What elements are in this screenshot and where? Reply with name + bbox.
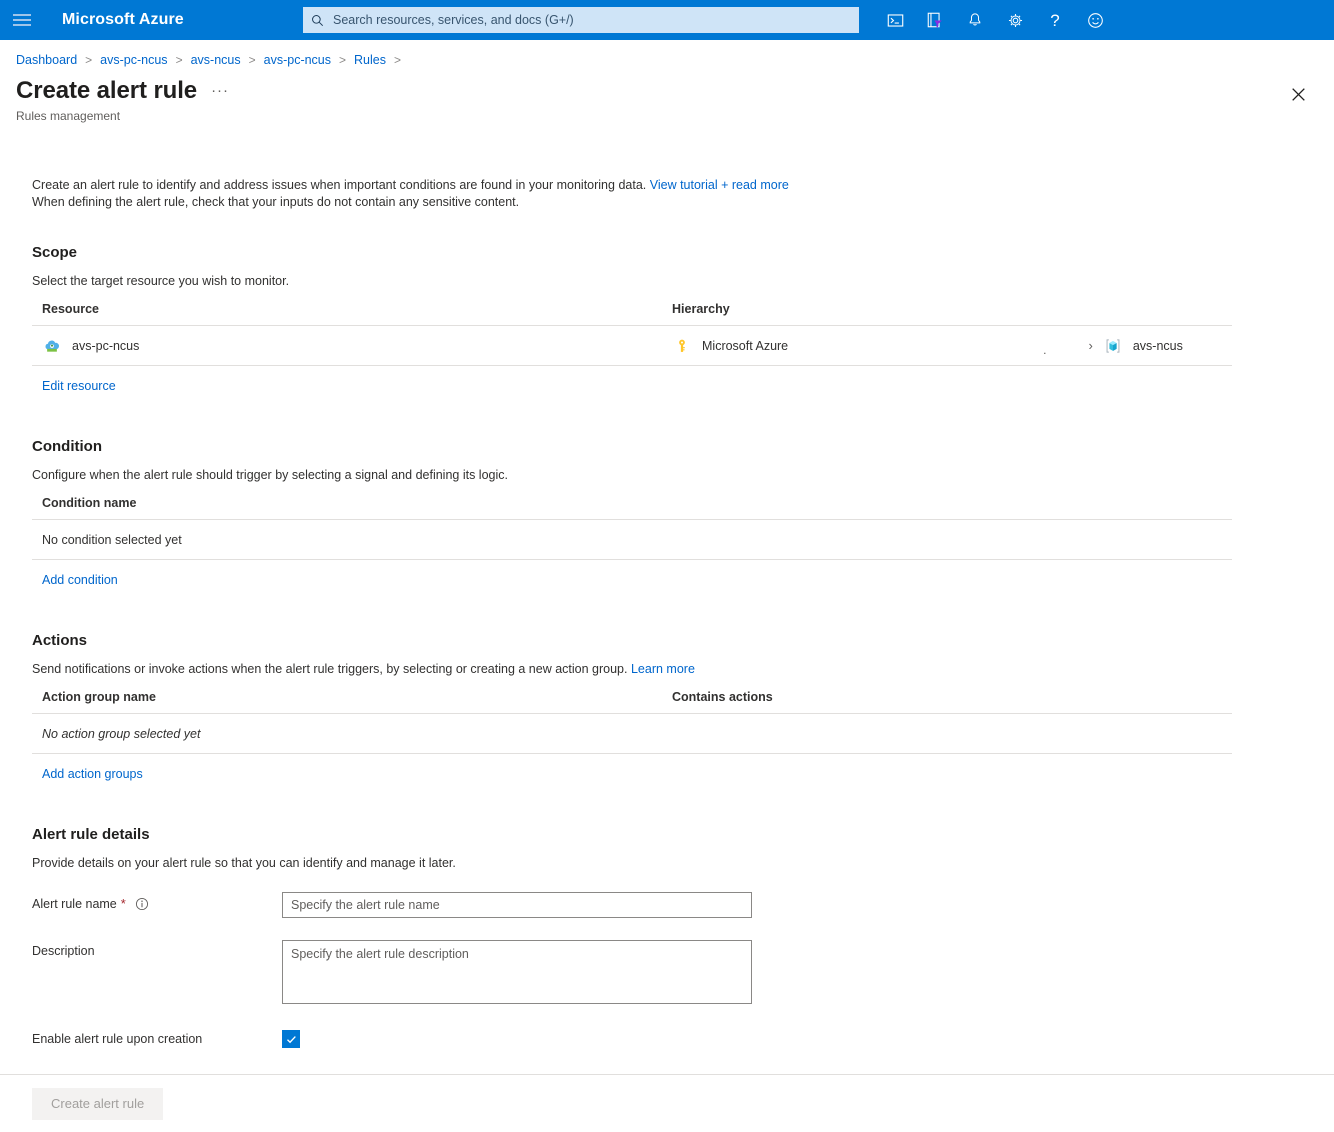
breadcrumb-separator: > [394,53,402,67]
search-icon [311,14,324,27]
page-subtitle: Rules management [16,109,121,123]
table-row: No action group selected yet [32,714,1232,754]
alert-rule-name-label: Alert rule name [32,896,117,911]
breadcrumb-separator: > [175,53,183,67]
breadcrumb-item-avs-pc-ncus-1[interactable]: avs-pc-ncus [100,53,167,67]
add-condition-link[interactable]: Add condition [42,573,118,587]
scope-hierarchy-cell: Microsoft Azure . › avs-ncus [672,336,1232,357]
condition-description: Configure when the alert rule should tri… [32,468,508,482]
actions-column-name: Action group name [42,690,156,704]
settings-gear-icon[interactable] [995,0,1035,40]
scope-hierarchy-child-name: avs-ncus [1132,338,1183,353]
intro-line-2: When defining the alert rule, check that… [32,195,520,209]
scope-column-hierarchy: Hierarchy [672,302,730,316]
avs-private-cloud-icon [42,336,62,356]
edit-resource-link[interactable]: Edit resource [42,379,116,393]
actions-empty-cell: No action group selected yet [42,726,201,741]
breadcrumb-item-rules[interactable]: Rules [354,53,386,67]
resource-group-icon [1103,336,1123,356]
top-navigation-bar: Microsoft Azure ? [0,0,1334,40]
global-search-box[interactable] [303,7,859,33]
chevron-right-icon: › [1088,338,1093,353]
scope-table: Resource Hierarchy avs-pc-ncus Microsoft… [32,302,1232,393]
enable-alert-rule-row: Enable alert rule upon creation [32,1030,1334,1048]
scope-heading: Scope [32,244,78,261]
view-tutorial-link[interactable]: View tutorial + read more [650,178,789,192]
alert-rule-name-row: Alert rule name * [32,892,1334,918]
page-footer: Create alert rule [0,1074,1334,1132]
scope-column-resource: Resource [42,302,99,316]
scope-description: Select the target resource you wish to m… [32,274,290,288]
actions-table: Action group name Contains actions No ac… [32,690,1232,781]
hierarchy-truncation-dot: . [1043,342,1047,357]
scope-resource-cell: avs-pc-ncus [42,336,672,356]
table-row: No condition selected yet [32,520,1232,560]
help-question-icon[interactable]: ? [1035,0,1075,40]
enable-alert-rule-checkbox[interactable] [282,1030,300,1048]
enable-alert-rule-label: Enable alert rule upon creation [32,1032,203,1046]
description-row: Description [32,940,1334,1004]
intro-line-1: Create an alert rule to identify and add… [32,177,1334,194]
search-input[interactable] [331,12,851,28]
actions-description-text: Send notifications or invoke actions whe… [32,662,628,676]
actions-description: Send notifications or invoke actions whe… [32,662,1334,676]
learn-more-link[interactable]: Learn more [631,662,695,676]
actions-table-header: Action group name Contains actions [32,690,1232,714]
add-action-groups-link[interactable]: Add action groups [42,767,143,781]
scope-resource-name: avs-pc-ncus [72,338,140,353]
alert-rule-name-label-wrap: Alert rule name * [32,892,282,911]
page-title: Create alert rule [16,77,198,104]
intro-text-block: Create an alert rule to identify and add… [32,177,1334,211]
condition-empty-cell: No condition selected yet [42,532,182,547]
feedback-smiley-icon[interactable] [1075,0,1115,40]
scope-hierarchy-name: Microsoft Azure [702,338,789,353]
condition-table: Condition name No condition selected yet… [32,496,1232,587]
breadcrumb-item-avs-ncus[interactable]: avs-ncus [191,53,241,67]
create-alert-rule-button[interactable]: Create alert rule [32,1087,164,1120]
cloud-shell-icon[interactable] [875,0,915,40]
alert-rule-name-input[interactable] [282,892,752,918]
more-options-icon[interactable]: ··· [211,82,229,99]
breadcrumb-item-dashboard[interactable]: Dashboard [16,53,77,67]
info-icon[interactable] [135,897,149,911]
condition-heading: Condition [32,438,102,455]
main-content: Create an alert rule to identify and add… [0,177,1334,1048]
azure-brand-label[interactable]: Microsoft Azure [62,11,184,29]
description-label: Description [32,944,95,958]
notifications-bell-icon[interactable] [955,0,995,40]
subscription-key-icon [672,336,692,356]
breadcrumb-separator: > [339,53,347,67]
checkmark-icon [286,1035,296,1043]
directories-subscriptions-icon[interactable] [915,0,955,40]
actions-column-contains: Contains actions [672,690,773,704]
description-textarea[interactable] [282,940,752,1004]
details-description: Provide details on your alert rule so th… [32,856,456,870]
breadcrumb-separator: > [85,53,93,67]
top-bar-icon-group: ? [875,0,1115,40]
intro-line-1-text: Create an alert rule to identify and add… [32,178,647,192]
details-heading: Alert rule details [32,826,150,843]
table-row[interactable]: avs-pc-ncus Microsoft Azure . › avs-ncus [32,326,1232,366]
actions-heading: Actions [32,632,88,649]
condition-table-header: Condition name [32,496,1232,520]
condition-column-name: Condition name [42,496,137,510]
breadcrumb: Dashboard > avs-pc-ncus > avs-ncus > avs… [0,40,1334,67]
scope-table-header: Resource Hierarchy [32,302,1232,326]
breadcrumb-separator: > [248,53,256,67]
close-icon[interactable] [1284,80,1312,108]
breadcrumb-item-avs-pc-ncus-2[interactable]: avs-pc-ncus [264,53,331,67]
required-asterisk: * [120,896,126,911]
page-title-row: Create alert rule ··· [0,67,1334,105]
hamburger-menu-icon[interactable] [0,0,44,40]
